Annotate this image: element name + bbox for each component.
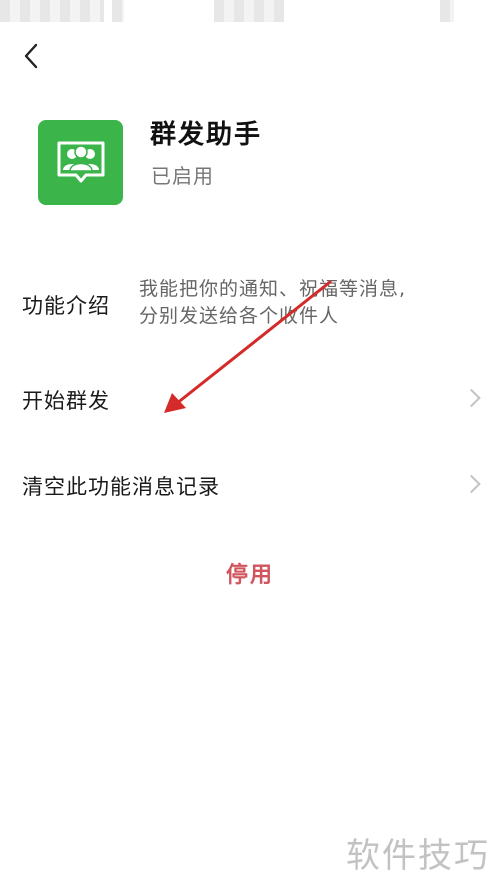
status-bar-blur-left-2 (112, 0, 124, 22)
group-users-icon (57, 141, 104, 182)
intro-description: 我能把你的通知、祝福等消息, 分别发送给各个收件人 (139, 276, 469, 330)
start-group-send-label: 开始群发 (22, 389, 110, 413)
clear-records-row[interactable]: 清空此功能消息记录 (0, 454, 500, 514)
chevron-right-icon (462, 474, 481, 494)
intro-label: 功能介绍 (22, 294, 110, 318)
start-group-send-row[interactable]: 开始群发 (0, 368, 500, 428)
chevron-left-icon (24, 43, 38, 69)
app-status: 已启用 (151, 164, 214, 188)
group-send-app-icon (38, 120, 123, 205)
intro-description-line-2: 分别发送给各个收件人 (139, 305, 340, 327)
intro-description-line-1: 我能把你的通知、祝福等消息, (139, 278, 407, 300)
status-bar-blur-center (214, 0, 284, 22)
chevron-right-icon (462, 388, 481, 408)
status-bar-blur-right (440, 0, 454, 22)
clear-records-label: 清空此功能消息记录 (22, 475, 220, 499)
back-button[interactable] (14, 38, 48, 74)
watermark: 软件技巧 (346, 836, 490, 876)
status-bar (0, 0, 500, 26)
app-title: 群发助手 (150, 120, 263, 150)
status-bar-blur-left (0, 0, 104, 22)
disable-button[interactable]: 停用 (200, 552, 300, 594)
